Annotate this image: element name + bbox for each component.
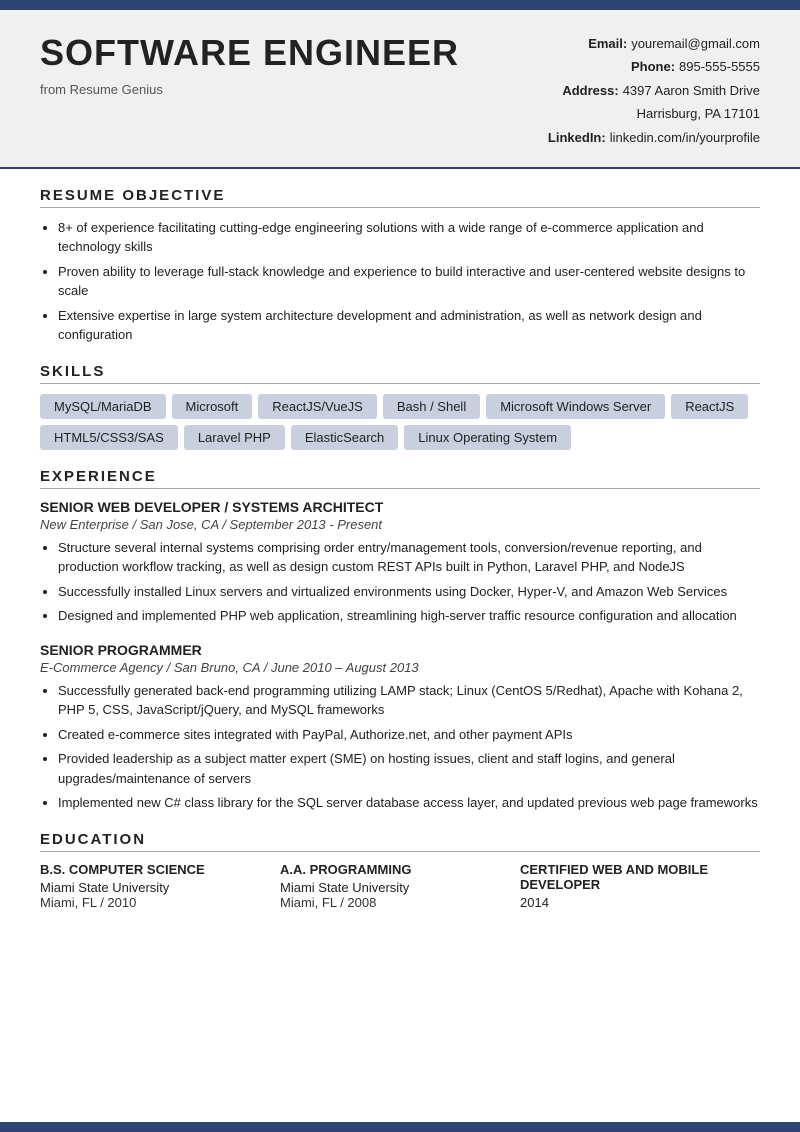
bottom-decorative-bar [0,1122,800,1132]
job-2-bullet-2: Created e-commerce sites integrated with… [58,725,760,745]
edu-1-location: Miami, FL / 2010 [40,895,280,910]
job-2-company: E-Commerce Agency / San Bruno, CA / June… [40,660,760,675]
phone-line: Phone: 895-555-5555 [530,55,760,78]
email-value: youremail@gmail.com [631,32,760,55]
address-line1: 4397 Aaron Smith Drive [623,83,760,98]
address-label: Address: [562,79,618,126]
top-decorative-bar [0,0,800,10]
job-1-company: New Enterprise / San Jose, CA / Septembe… [40,517,760,532]
edu-3-year: 2014 [520,895,760,910]
header-left: SOFTWARE ENGINEER from Resume Genius [40,32,459,97]
email-line: Email: youremail@gmail.com [530,32,760,55]
job-2-bullet-4: Implemented new C# class library for the… [58,793,760,813]
objective-list: 8+ of experience facilitating cutting-ed… [58,218,760,345]
contact-info: Email: youremail@gmail.com Phone: 895-55… [530,32,760,149]
job-2: SENIOR PROGRAMMER E-Commerce Agency / Sa… [40,642,760,813]
education-grid: B.S. COMPUTER SCIENCE Miami State Univer… [40,862,760,910]
edu-item-1: B.S. COMPUTER SCIENCE Miami State Univer… [40,862,280,910]
address-line: Address: 4397 Aaron Smith Drive Harrisbu… [530,79,760,126]
education-section: EDUCATION B.S. COMPUTER SCIENCE Miami St… [40,831,760,910]
job-1: SENIOR WEB DEVELOPER / SYSTEMS ARCHITECT… [40,499,760,626]
skill-tag: ReactJS [671,394,748,419]
phone-value: 895-555-5555 [679,55,760,78]
address-line2: Harrisburg, PA 17101 [637,106,760,121]
skill-tag: Microsoft [172,394,253,419]
header-section: SOFTWARE ENGINEER from Resume Genius Ema… [0,10,800,169]
experience-section: EXPERIENCE SENIOR WEB DEVELOPER / SYSTEM… [40,468,760,813]
job-1-bullet-2: Successfully installed Linux servers and… [58,582,760,602]
job-1-title: SENIOR WEB DEVELOPER / SYSTEMS ARCHITECT [40,499,760,515]
skill-tag: Bash / Shell [383,394,480,419]
resume-source: from Resume Genius [40,82,459,97]
job-2-bullet-3: Provided leadership as a subject matter … [58,749,760,788]
edu-3-degree: CERTIFIED WEB AND MOBILE DEVELOPER [520,862,760,892]
resume-page: SOFTWARE ENGINEER from Resume Genius Ema… [0,0,800,1132]
phone-label: Phone: [631,55,675,78]
job-2-bullets: Successfully generated back-end programm… [58,681,760,813]
job-1-bullet-3: Designed and implemented PHP web applica… [58,606,760,626]
edu-2-location: Miami, FL / 2008 [280,895,520,910]
edu-2-school: Miami State University [280,880,520,895]
skill-tag: Laravel PHP [184,425,285,450]
edu-2-degree: A.A. PROGRAMMING [280,862,520,877]
edu-1-degree: B.S. COMPUTER SCIENCE [40,862,280,877]
skill-tag: ElasticSearch [291,425,398,450]
objective-bullet-1: 8+ of experience facilitating cutting-ed… [58,218,760,257]
job-1-bullets: Structure several internal systems compr… [58,538,760,626]
job-title: SOFTWARE ENGINEER [40,32,459,74]
skill-tag: Microsoft Windows Server [486,394,665,419]
skill-tag: HTML5/CSS3/SAS [40,425,178,450]
skill-tag: Linux Operating System [404,425,571,450]
education-title: EDUCATION [40,831,760,852]
skill-tag: ReactJS/VueJS [258,394,377,419]
edu-item-3: CERTIFIED WEB AND MOBILE DEVELOPER 2014 [520,862,760,910]
objective-bullet-2: Proven ability to leverage full-stack kn… [58,262,760,301]
email-label: Email: [588,32,627,55]
objective-section: RESUME OBJECTIVE 8+ of experience facili… [40,187,760,345]
main-content: RESUME OBJECTIVE 8+ of experience facili… [0,169,800,958]
edu-1-school: Miami State University [40,880,280,895]
objective-bullet-3: Extensive expertise in large system arch… [58,306,760,345]
address-value: 4397 Aaron Smith Drive Harrisburg, PA 17… [623,79,760,126]
experience-title: EXPERIENCE [40,468,760,489]
linkedin-value: linkedin.com/in/yourprofile [610,126,760,149]
edu-item-2: A.A. PROGRAMMING Miami State University … [280,862,520,910]
job-2-title: SENIOR PROGRAMMER [40,642,760,658]
linkedin-line: LinkedIn: linkedin.com/in/yourprofile [530,126,760,149]
skill-tag: MySQL/MariaDB [40,394,166,419]
skills-section: SKILLS MySQL/MariaDB Microsoft ReactJS/V… [40,363,760,450]
skills-grid: MySQL/MariaDB Microsoft ReactJS/VueJS Ba… [40,394,760,450]
job-1-bullet-1: Structure several internal systems compr… [58,538,760,577]
objective-title: RESUME OBJECTIVE [40,187,760,208]
job-2-bullet-1: Successfully generated back-end programm… [58,681,760,720]
skills-title: SKILLS [40,363,760,384]
linkedin-label: LinkedIn: [548,126,606,149]
